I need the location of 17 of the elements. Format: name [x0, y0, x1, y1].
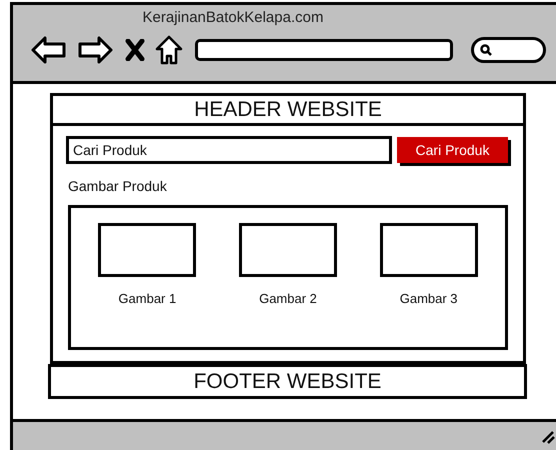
back-icon[interactable]	[31, 36, 67, 64]
resize-grip-icon[interactable]	[541, 430, 555, 444]
image-caption: Gambar 3	[400, 290, 458, 308]
address-bar[interactable]	[195, 39, 453, 61]
section-title: Gambar Produk	[68, 177, 168, 196]
search-field[interactable]	[471, 37, 546, 63]
window-title: KerajinanBatokKelapa.com	[142, 10, 324, 25]
image-caption: Gambar 2	[259, 290, 317, 308]
home-icon[interactable]	[155, 35, 183, 65]
search-icon	[480, 44, 492, 56]
forward-icon[interactable]	[77, 36, 113, 64]
search-button[interactable]: Cari Produk	[397, 137, 508, 163]
search-input[interactable]: Cari Produk	[66, 136, 392, 164]
close-icon[interactable]	[125, 39, 145, 61]
footer-banner: FOOTER WEBSITE	[48, 364, 527, 399]
image-caption: Gambar 1	[118, 290, 176, 308]
header-banner: HEADER WEBSITE	[50, 93, 526, 126]
